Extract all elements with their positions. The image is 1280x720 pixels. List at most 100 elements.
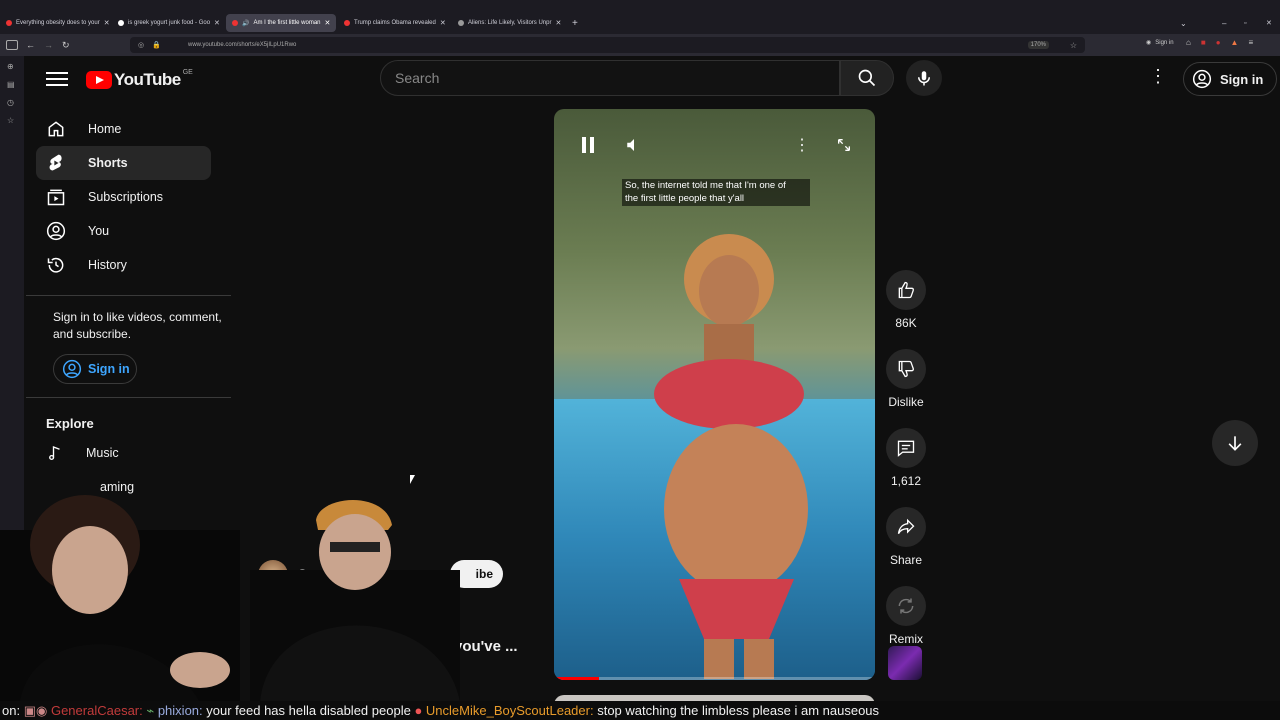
sidebar-tool-icon[interactable]: ▤ bbox=[7, 80, 15, 89]
signin-prompt: Sign in to like videos, comment, and sub… bbox=[53, 310, 222, 341]
close-tab-icon[interactable]: ✕ bbox=[555, 19, 561, 27]
comments-button[interactable]: 1,612 bbox=[882, 428, 930, 488]
minimize-icon[interactable]: – bbox=[1216, 14, 1230, 32]
google-favicon-icon bbox=[118, 20, 124, 26]
youtube-favicon-icon bbox=[6, 20, 12, 26]
search-icon bbox=[858, 69, 876, 87]
thumbs-down-icon bbox=[898, 360, 914, 378]
extensions-toolbar: ⌂ ■ ● ▲ ≡ bbox=[1186, 38, 1253, 47]
reload-icon[interactable]: ↻ bbox=[62, 40, 70, 51]
youtube-logo[interactable]: YouTube GE bbox=[86, 69, 193, 90]
subscriptions-icon bbox=[47, 189, 65, 206]
browser-signin[interactable]: ◉ Sign in bbox=[1146, 39, 1174, 47]
video-frame-person bbox=[654, 234, 808, 679]
browser-tab[interactable]: Everything obesity does to your ✕ bbox=[0, 14, 112, 32]
extension-icon[interactable]: ● bbox=[1216, 38, 1221, 47]
app-menu-icon[interactable]: ≡ bbox=[1248, 38, 1253, 47]
history-icon bbox=[47, 257, 64, 273]
sidebar-item-subscriptions[interactable]: Subscriptions bbox=[36, 180, 211, 214]
share-arrow-icon bbox=[897, 518, 915, 534]
video-progress-fill bbox=[554, 677, 599, 680]
bookmark-star-icon[interactable]: ☆ bbox=[1070, 41, 1077, 50]
signin-button[interactable]: Sign in bbox=[1183, 62, 1277, 96]
account-icon: ◉ bbox=[1146, 40, 1152, 46]
you-icon bbox=[46, 221, 66, 241]
sidebar-divider bbox=[26, 295, 231, 296]
microphone-icon bbox=[918, 71, 930, 86]
sidebar-tool-icon[interactable]: ☆ bbox=[7, 116, 14, 125]
zoom-badge[interactable]: 170% bbox=[1027, 41, 1049, 49]
expand-icon bbox=[838, 139, 850, 151]
forward-icon[interactable]: → bbox=[44, 40, 53, 50]
volume-button[interactable] bbox=[622, 133, 646, 157]
voice-search-button[interactable] bbox=[906, 60, 942, 96]
pause-icon bbox=[582, 137, 594, 153]
sidebar-item-you[interactable]: You bbox=[36, 214, 211, 248]
video-caption: So, the internet told me that I'm one of… bbox=[622, 179, 810, 206]
video-more-options-icon[interactable]: ⋮ bbox=[792, 133, 812, 157]
chat-emote-icon: ● bbox=[414, 703, 423, 718]
shorts-video-player[interactable]: So, the internet told me that I'm one of… bbox=[554, 109, 875, 680]
shield-icon: ◎ bbox=[138, 42, 145, 49]
account-circle-icon bbox=[1192, 69, 1212, 89]
remix-button[interactable]: Remix bbox=[882, 586, 930, 646]
browser-tab-active[interactable]: 🔊 Am I the first little woman ✕ bbox=[226, 14, 336, 32]
home-icon bbox=[48, 121, 64, 137]
arrow-down-icon bbox=[1228, 436, 1242, 451]
maximize-icon[interactable]: ▫ bbox=[1238, 14, 1252, 32]
sidebar-item-shorts[interactable]: Shorts bbox=[36, 146, 211, 180]
youtube-favicon-icon bbox=[344, 20, 350, 26]
search-button[interactable] bbox=[840, 60, 894, 96]
url-bar[interactable]: ◎ 🔒 www.youtube.com/shorts/eX5jILpU1Rwo … bbox=[130, 37, 1085, 53]
browser-tab[interactable]: Trump claims Obama revealed ✕ bbox=[338, 14, 450, 32]
settings-kebab-icon[interactable]: ⋮ bbox=[1148, 66, 1168, 92]
like-button[interactable]: 86K bbox=[882, 270, 930, 330]
chat-emote-icon: ⌁ bbox=[146, 703, 155, 718]
speaker-icon: 🔊 bbox=[242, 20, 250, 27]
youtube-favicon-icon bbox=[232, 20, 238, 26]
share-button[interactable]: Share bbox=[882, 507, 930, 567]
youtube-header: YouTube GE Search ⋮ Sign in bbox=[24, 56, 1280, 102]
sidebar-nav: Home Shorts Subscriptions You History bbox=[36, 112, 211, 282]
dislike-button[interactable]: Dislike bbox=[882, 349, 930, 409]
remix-icon bbox=[898, 598, 914, 614]
sound-source-avatar[interactable] bbox=[888, 646, 922, 680]
youtube-play-icon bbox=[86, 71, 112, 89]
thumbs-up-icon bbox=[898, 281, 914, 299]
sidebar-toggle-icon[interactable] bbox=[6, 40, 18, 50]
browser-tab[interactable]: is greek yogurt junk food - Goo ✕ bbox=[112, 14, 224, 32]
hamburger-menu-icon[interactable] bbox=[46, 68, 68, 90]
comment-icon bbox=[897, 440, 915, 457]
sidebar-item-music[interactable]: Music bbox=[46, 444, 119, 462]
sidebar-item-home[interactable]: Home bbox=[36, 112, 211, 146]
sidebar-signin-button[interactable]: Sign in bbox=[53, 354, 137, 384]
browser-tab[interactable]: Aliens: Life Likely, Visitors Unpr ✕ bbox=[452, 14, 564, 32]
pause-button[interactable] bbox=[576, 133, 600, 157]
close-tab-icon[interactable]: ✕ bbox=[440, 19, 446, 27]
volume-icon bbox=[627, 139, 634, 151]
close-tab-icon[interactable]: ✕ bbox=[325, 19, 331, 27]
explore-heading: Explore bbox=[46, 416, 94, 431]
sidebar-tool-icon[interactable]: ◷ bbox=[7, 98, 14, 107]
search-input[interactable]: Search bbox=[380, 60, 840, 96]
tab-list-chevron-icon[interactable]: ⌄ bbox=[1174, 14, 1188, 32]
extension-icon[interactable]: ⌂ bbox=[1186, 38, 1191, 47]
sidebar-tool-icon[interactable]: ⊕ bbox=[7, 62, 14, 71]
extension-icon[interactable]: ▲ bbox=[1231, 38, 1239, 47]
close-tab-icon[interactable]: ✕ bbox=[104, 19, 110, 27]
page-favicon-icon bbox=[458, 20, 464, 26]
back-icon[interactable]: ← bbox=[26, 40, 35, 50]
window-close-icon[interactable]: ✕ bbox=[1260, 14, 1274, 32]
next-video-button[interactable] bbox=[1212, 420, 1258, 466]
video-progress-bar[interactable] bbox=[554, 677, 875, 680]
account-circle-icon bbox=[62, 359, 82, 379]
fullscreen-button[interactable] bbox=[832, 133, 856, 157]
streamer-webcam-overlay bbox=[0, 495, 460, 702]
new-tab-button[interactable]: + bbox=[566, 14, 582, 32]
shorts-actions: 86K Dislike 1,612 Share Remix bbox=[882, 270, 930, 665]
lock-icon: 🔒 bbox=[152, 42, 161, 49]
sidebar-item-history[interactable]: History bbox=[36, 248, 211, 282]
extension-icon[interactable]: ■ bbox=[1201, 38, 1206, 47]
close-tab-icon[interactable]: ✕ bbox=[214, 19, 220, 27]
sidebar-divider bbox=[26, 397, 231, 398]
